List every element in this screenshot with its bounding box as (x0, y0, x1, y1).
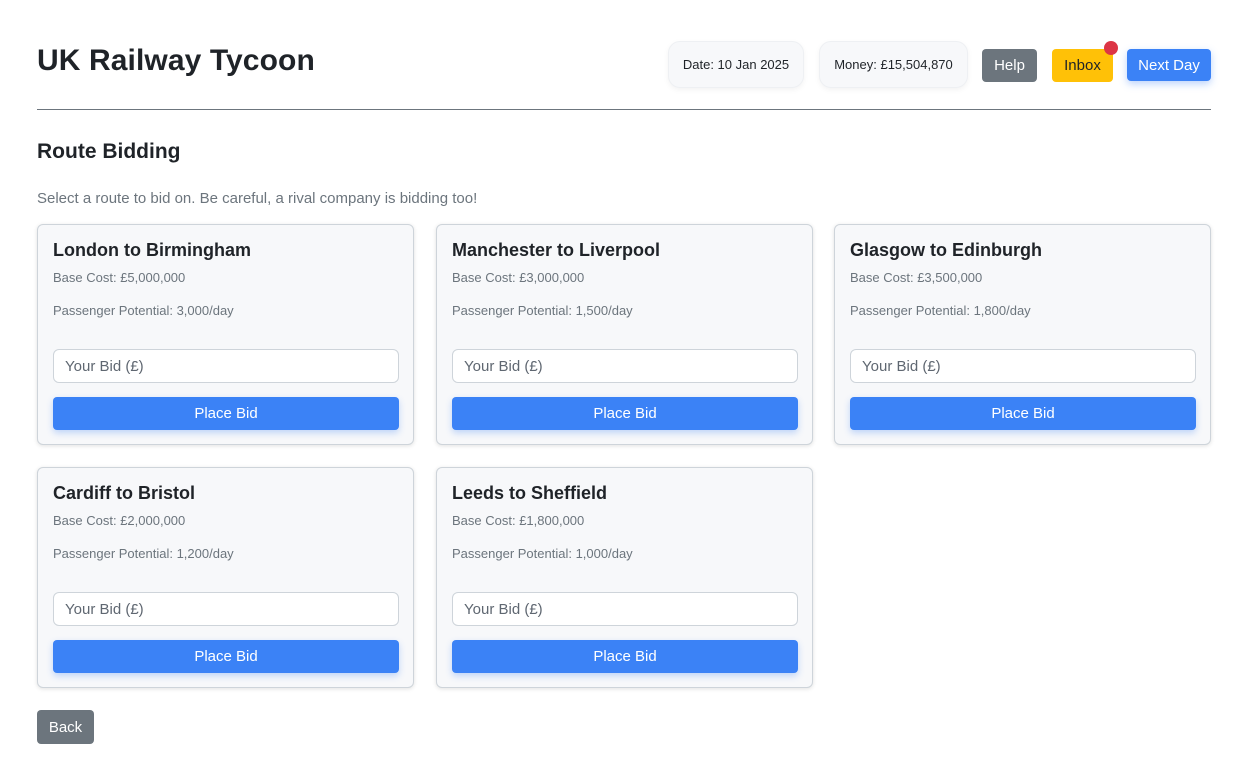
route-card: Glasgow to Edinburgh Base Cost: £3,500,0… (834, 224, 1211, 445)
route-name: Glasgow to Edinburgh (850, 240, 1042, 260)
date-display: Date: 10 Jan 2025 (668, 41, 804, 88)
route-passenger-potential: Passenger Potential: 3,000/day (53, 303, 234, 318)
section-description: Select a route to bid on. Be careful, a … (37, 190, 478, 207)
section-title: Route Bidding (37, 140, 181, 163)
back-button[interactable]: Back (37, 710, 94, 744)
route-name: London to Birmingham (53, 240, 251, 260)
place-bid-button[interactable]: Place Bid (850, 397, 1196, 430)
place-bid-button[interactable]: Place Bid (452, 397, 798, 430)
bid-input[interactable] (53, 592, 399, 626)
page: UK Railway Tycoon Date: 10 Jan 2025 Mone… (0, 0, 1247, 783)
route-card: Cardiff to Bristol Base Cost: £2,000,000… (37, 467, 414, 688)
app-title: UK Railway Tycoon (37, 44, 315, 77)
route-passenger-potential: Passenger Potential: 1,800/day (850, 303, 1031, 318)
route-name: Leeds to Sheffield (452, 483, 608, 503)
help-button[interactable]: Help (982, 49, 1037, 82)
route-base-cost: Base Cost: £1,800,000 (452, 513, 585, 528)
bid-input[interactable] (452, 349, 798, 383)
route-name: Manchester to Liverpool (452, 240, 661, 260)
date-text: Date: 10 Jan 2025 (682, 57, 790, 72)
route-base-cost: Base Cost: £3,500,000 (850, 270, 983, 285)
header: UK Railway Tycoon Date: 10 Jan 2025 Mone… (37, 38, 1211, 110)
route-base-cost: Base Cost: £2,000,000 (53, 513, 186, 528)
place-bid-button[interactable]: Place Bid (53, 397, 399, 430)
bid-input[interactable] (53, 349, 399, 383)
bid-input[interactable] (850, 349, 1196, 383)
route-card: Leeds to Sheffield Base Cost: £1,800,000… (436, 467, 813, 688)
route-passenger-potential: Passenger Potential: 1,000/day (452, 546, 633, 561)
bid-input[interactable] (452, 592, 798, 626)
place-bid-button[interactable]: Place Bid (452, 640, 798, 673)
route-base-cost: Base Cost: £3,000,000 (452, 270, 585, 285)
notification-dot-icon (1104, 41, 1118, 55)
inbox-button[interactable]: Inbox (1052, 49, 1113, 82)
route-card: London to Birmingham Base Cost: £5,000,0… (37, 224, 414, 445)
money-display: Money: £15,504,870 (819, 41, 968, 88)
route-name: Cardiff to Bristol (53, 483, 195, 503)
money-text: Money: £15,504,870 (834, 57, 953, 72)
next-day-button[interactable]: Next Day (1127, 49, 1211, 81)
route-passenger-potential: Passenger Potential: 1,500/day (452, 303, 633, 318)
place-bid-button[interactable]: Place Bid (53, 640, 399, 673)
route-base-cost: Base Cost: £5,000,000 (53, 270, 186, 285)
route-card: Manchester to Liverpool Base Cost: £3,00… (436, 224, 813, 445)
route-passenger-potential: Passenger Potential: 1,200/day (53, 546, 234, 561)
